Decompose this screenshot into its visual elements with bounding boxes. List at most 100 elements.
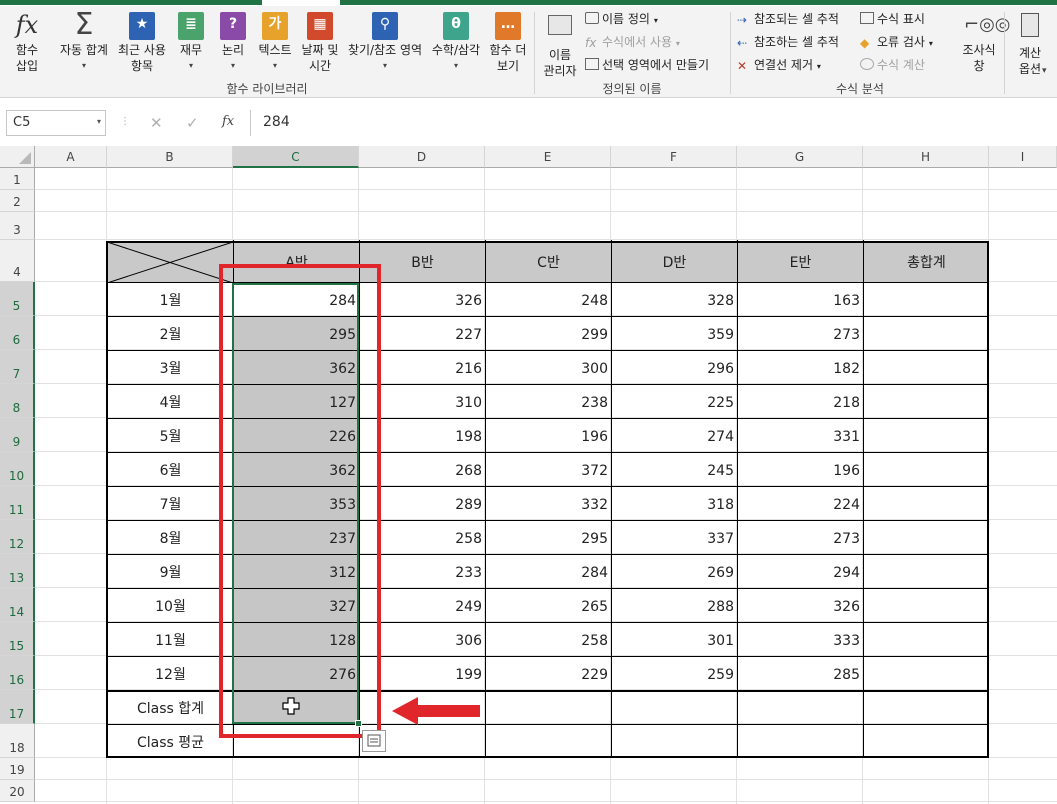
month-label-cell[interactable]: 11월 [108,623,233,656]
value-cell[interactable]: 328 [612,283,737,316]
value-cell[interactable]: 372 [486,453,611,486]
datetime-button[interactable]: ▦ 날짜 및 시간 [298,10,342,74]
total-cell[interactable] [864,283,989,316]
create-from-selection-button[interactable]: 선택 영역에서 만들기 [585,56,709,74]
value-cell[interactable]: 306 [360,623,485,656]
header-cell[interactable]: C반 [486,241,611,282]
header-cell[interactable]: B반 [360,241,485,282]
value-cell[interactable]: 331 [738,419,863,452]
value-cell[interactable]: 248 [486,283,611,316]
month-label-cell[interactable]: 3월 [108,351,233,384]
value-cell[interactable]: 326 [738,589,863,622]
total-cell[interactable] [864,453,989,486]
total-cell[interactable] [864,419,989,452]
column-header-i[interactable]: I [989,146,1057,168]
value-cell[interactable]: 249 [360,589,485,622]
column-header-a[interactable]: A [35,146,107,168]
select-all-corner[interactable] [0,146,35,168]
value-cell[interactable]: 268 [360,453,485,486]
value-cell[interactable]: 163 [738,283,863,316]
value-cell[interactable]: 238 [486,385,611,418]
value-cell[interactable]: 237 [234,521,359,554]
fill-handle[interactable] [355,720,362,727]
row-header-11[interactable]: 11 [0,486,35,520]
value-cell[interactable]: 196 [486,419,611,452]
value-cell[interactable]: 229 [486,657,611,690]
class-avg-cell[interactable] [234,725,359,758]
total-cell[interactable] [864,555,989,588]
value-cell[interactable]: 295 [486,521,611,554]
column-header-g[interactable]: G [737,146,863,168]
value-cell[interactable]: 216 [360,351,485,384]
class-sum-cell[interactable] [738,691,863,724]
value-cell[interactable]: 312 [234,555,359,588]
value-cell[interactable]: 326 [360,283,485,316]
month-label-cell[interactable]: 9월 [108,555,233,588]
class-avg-cell[interactable] [738,725,863,758]
row-header-14[interactable]: 14 [0,588,35,622]
value-cell[interactable]: 198 [360,419,485,452]
value-cell[interactable]: 359 [612,317,737,350]
row-header-18[interactable]: 18 [0,724,35,758]
month-label-cell[interactable]: 6월 [108,453,233,486]
month-label-cell[interactable]: 1월 [108,283,233,316]
column-header-f[interactable]: F [611,146,737,168]
value-cell[interactable]: 284 [234,283,359,316]
value-cell[interactable]: 362 [234,453,359,486]
value-cell[interactable]: 269 [612,555,737,588]
insert-function-icon[interactable]: fx [222,114,234,129]
class-avg-cell[interactable] [486,725,611,758]
lookup-button[interactable]: ⚲ 찾기/참조 영역 ▾ [342,10,428,74]
row-header-9[interactable]: 9 [0,418,35,452]
cancel-icon[interactable]: ✕ [150,114,163,132]
enter-icon[interactable]: ✓ [186,114,199,132]
class-sum-cell[interactable] [864,691,989,724]
value-cell[interactable]: 296 [612,351,737,384]
formula-input[interactable]: 284 [250,110,1057,136]
total-cell[interactable] [864,657,989,690]
column-header-c[interactable]: C [233,146,359,168]
row-header-12[interactable]: 12 [0,520,35,554]
class-avg-label[interactable]: Class 평균 [108,725,233,758]
more-functions-button[interactable]: … 함수 더 보기 [486,10,530,74]
column-header-e[interactable]: E [485,146,611,168]
value-cell[interactable]: 196 [738,453,863,486]
value-cell[interactable]: 259 [612,657,737,690]
value-cell[interactable]: 225 [612,385,737,418]
evaluate-formula-button[interactable]: 수식 계산 [860,56,925,74]
value-cell[interactable]: 284 [486,555,611,588]
quick-analysis-button[interactable] [362,730,386,752]
row-header-19[interactable]: 19 [0,758,35,780]
value-cell[interactable]: 289 [360,487,485,520]
value-cell[interactable]: 274 [612,419,737,452]
row-header-6[interactable]: 6 [0,316,35,350]
value-cell[interactable]: 258 [360,521,485,554]
value-cell[interactable]: 226 [234,419,359,452]
row-header-2[interactable]: 2 [0,190,35,212]
month-label-cell[interactable]: 8월 [108,521,233,554]
column-header-b[interactable]: B [107,146,233,168]
value-cell[interactable]: 245 [612,453,737,486]
value-cell[interactable]: 224 [738,487,863,520]
logical-button[interactable]: ? 논리 ▾ [216,10,250,74]
total-cell[interactable] [864,521,989,554]
use-in-formula-button[interactable]: fx 수식에서 사용 ▾ [585,33,680,53]
value-cell[interactable]: 273 [738,521,863,554]
row-header-8[interactable]: 8 [0,384,35,418]
value-cell[interactable]: 362 [234,351,359,384]
value-cell[interactable]: 233 [360,555,485,588]
define-name-button[interactable]: 이름 정의 ▾ [585,10,658,30]
value-cell[interactable]: 273 [738,317,863,350]
header-cell[interactable]: D반 [612,241,737,282]
financial-button[interactable]: ≣ 재무 ▾ [174,10,208,74]
insert-function-button[interactable]: fx 함수 삽입 [8,10,46,74]
class-avg-cell[interactable] [864,725,989,758]
month-label-cell[interactable]: 5월 [108,419,233,452]
value-cell[interactable]: 300 [486,351,611,384]
value-cell[interactable]: 276 [234,657,359,690]
value-cell[interactable]: 327 [234,589,359,622]
header-cell[interactable]: 총합계 [864,241,989,282]
recent-functions-button[interactable]: ★ 최근 사용 항목 [114,10,170,74]
total-cell[interactable] [864,385,989,418]
row-header-17[interactable]: 17 [0,690,35,724]
